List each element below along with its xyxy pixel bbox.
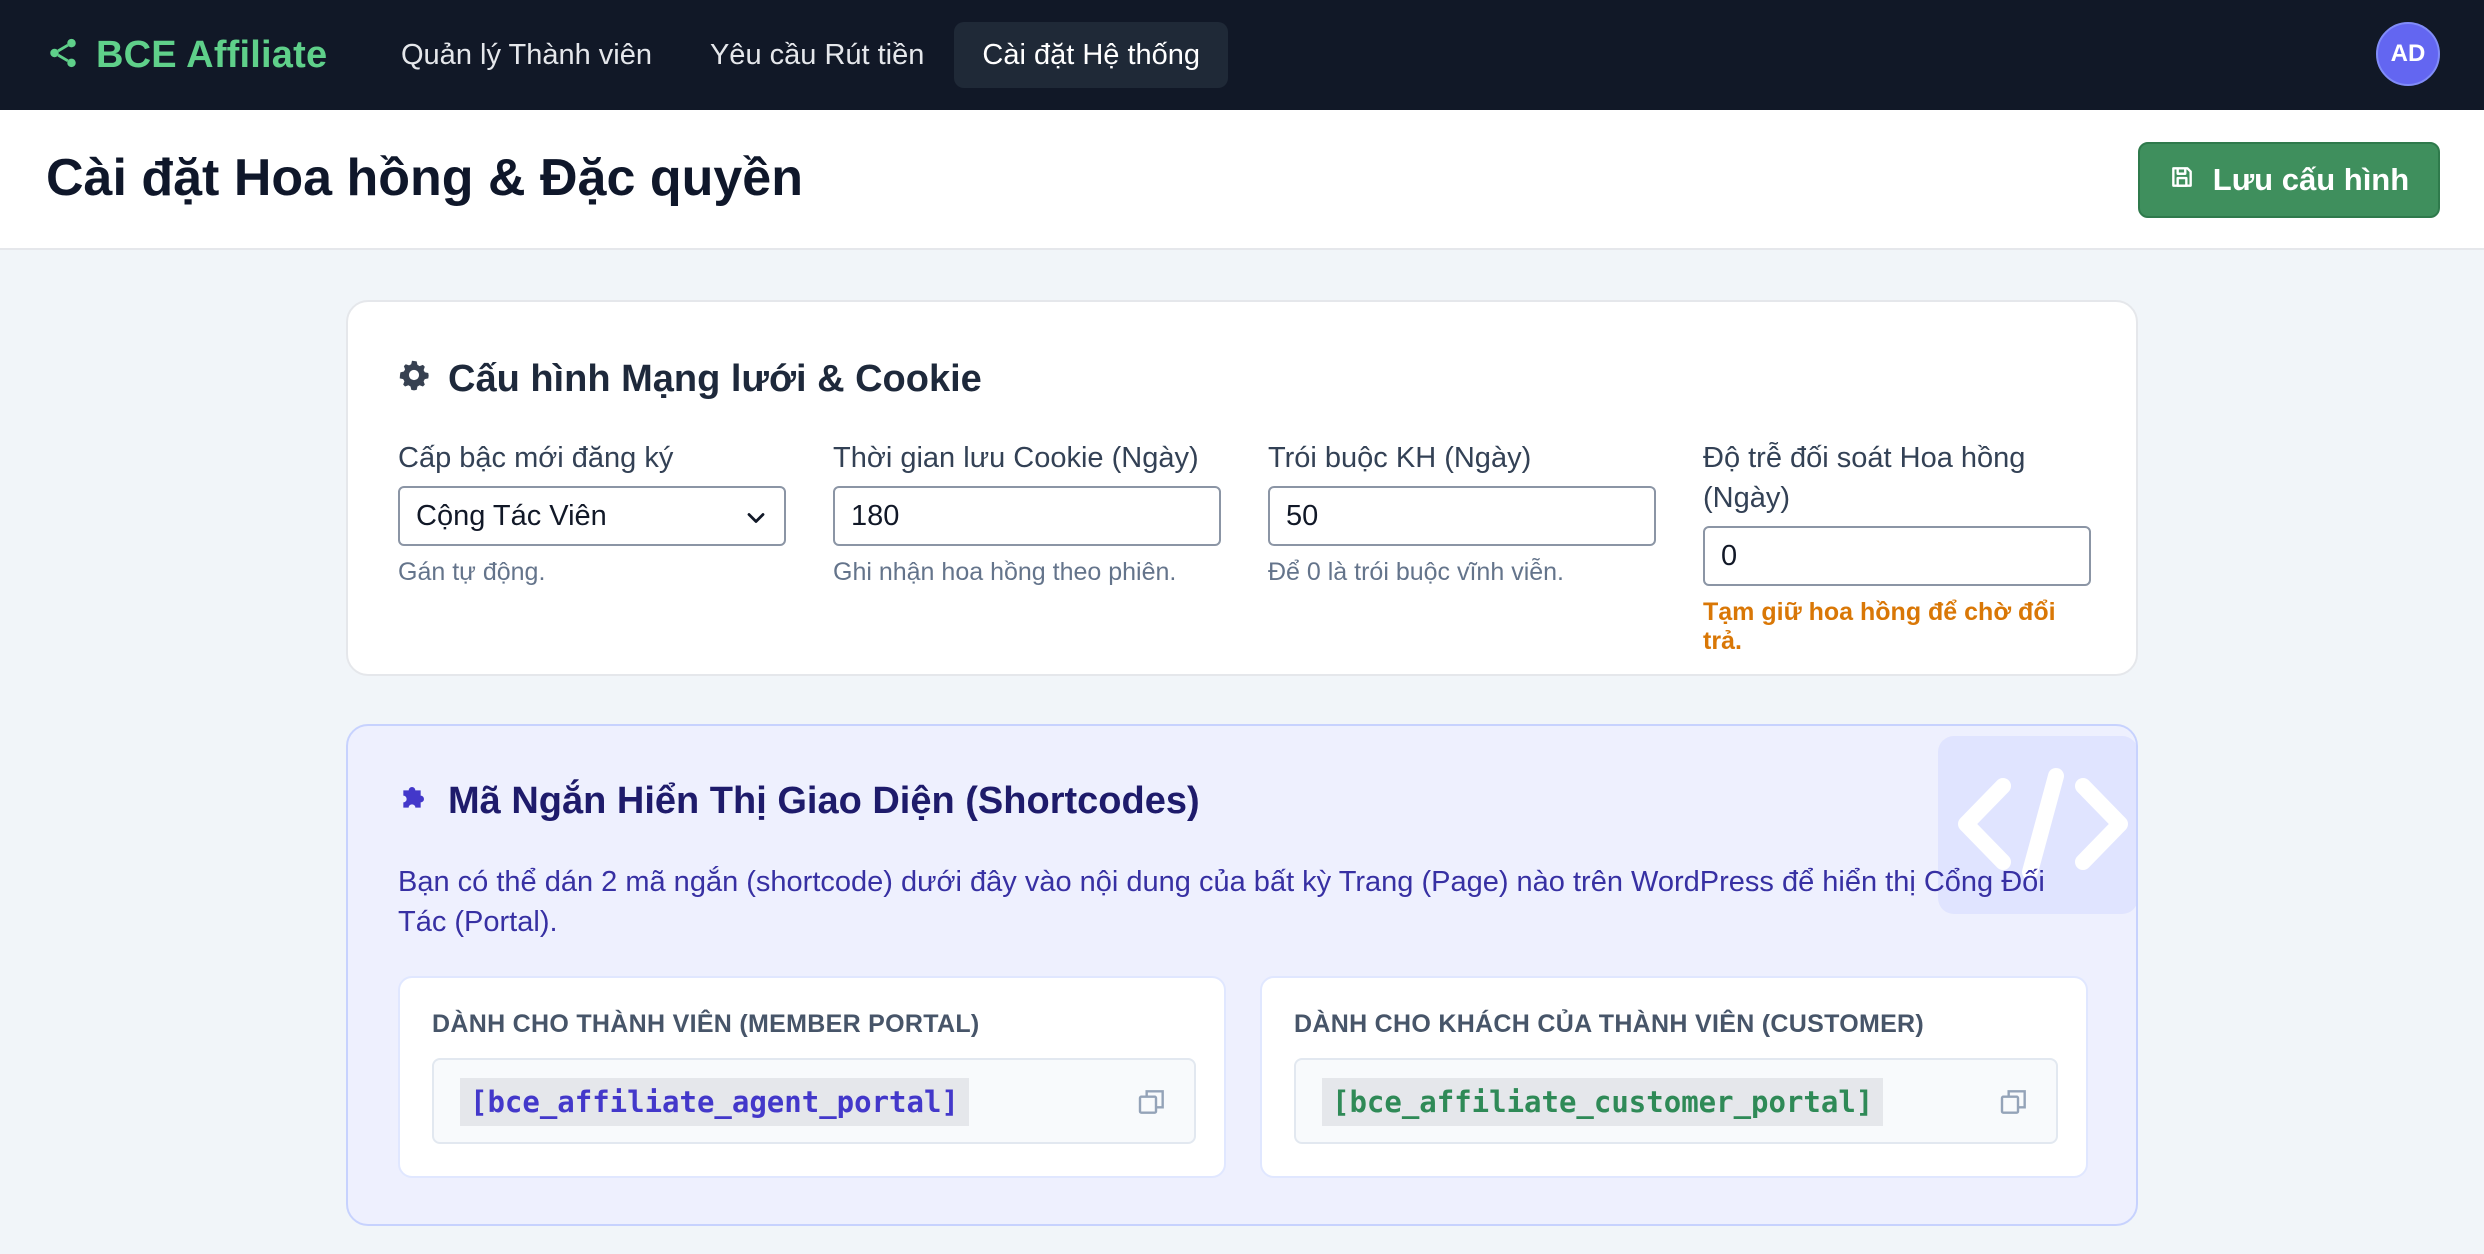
field-label: Trói buộc KH (Ngày) [1268, 442, 1532, 474]
field-cookie-duration: Thời gian lưu Cookie (Ngày) 180 Ghi nhận… [833, 438, 1221, 587]
signup-tier-select[interactable]: Cộng Tác Viên [398, 486, 786, 546]
field-hint: Để 0 là trói buộc vĩnh viễn. [1268, 558, 1564, 586]
shortcode-label: DÀNH CHO KHÁCH CỦA THÀNH VIÊN (CUSTOMER) [1294, 1010, 1925, 1038]
field-hint-warning: Tạm giữ hoa hồng để chờ đổi trả. [1703, 598, 2056, 655]
page-title: Cài đặt Hoa hồng & Đặc quyền [46, 149, 803, 207]
nav-item-settings[interactable]: Cài đặt Hệ thống [954, 22, 1229, 88]
shortcodes-card-title: Mã Ngắn Hiển Thị Giao Diện (Shortcodes) [398, 780, 1200, 823]
save-button-label: Lưu cấu hình [2212, 162, 2410, 197]
network-card-title-text: Cấu hình Mạng lưới & Cookie [448, 358, 982, 400]
customer-portal-shortcode: DÀNH CHO KHÁCH CỦA THÀNH VIÊN (CUSTOMER)… [1260, 976, 2088, 1178]
page-header: Cài đặt Hoa hồng & Đặc quyền Lưu cấu hìn… [0, 110, 2484, 250]
cookie-duration-input[interactable]: 180 [833, 486, 1221, 546]
shortcodes-card-title-text: Mã Ngắn Hiển Thị Giao Diện (Shortcodes) [448, 780, 1200, 822]
gear-icon [398, 358, 430, 401]
member-portal-shortcode: DÀNH CHO THÀNH VIÊN (MEMBER PORTAL) [bce… [398, 976, 1226, 1178]
field-hint: Ghi nhận hoa hồng theo phiên. [833, 558, 1177, 586]
brand[interactable]: BCE Affiliate [46, 0, 327, 110]
shortcode-label: DÀNH CHO THÀNH VIÊN (MEMBER PORTAL) [432, 1010, 980, 1038]
user-avatar[interactable]: AD [2376, 22, 2440, 86]
field-hint: Gán tự động. [398, 558, 546, 586]
network-card-title: Cấu hình Mạng lưới & Cookie [398, 358, 982, 401]
nav-menu: Quản lý Thành viên Yêu cầu Rút tiền Cài … [373, 22, 1230, 88]
field-customer-binding: Trói buộc KH (Ngày) 50 Để 0 là trói buộc… [1268, 438, 1656, 587]
field-label: Cấp bậc mới đăng ký [398, 442, 674, 474]
shortcode-field[interactable]: [bce_affiliate_agent_portal] [432, 1058, 1196, 1144]
save-config-button[interactable]: Lưu cấu hình [2138, 142, 2440, 218]
field-signup-tier: Cấp bậc mới đăng ký Cộng Tác Viên Gán tự… [398, 438, 786, 587]
nav-item-members[interactable]: Quản lý Thành viên [373, 22, 680, 88]
save-icon [2169, 162, 2195, 198]
commission-delay-input[interactable]: 0 [1703, 526, 2091, 586]
field-commission-delay: Độ trễ đối soát Hoa hồng (Ngày) 0 Tạm gi… [1703, 438, 2091, 656]
brand-name: BCE Affiliate [96, 33, 328, 76]
share-icon [46, 36, 80, 75]
top-navbar: BCE Affiliate Quản lý Thành viên Yêu cầu… [0, 0, 2484, 110]
field-label: Thời gian lưu Cookie (Ngày) [833, 442, 1199, 474]
puzzle-icon [398, 780, 430, 823]
network-config-card: Cấu hình Mạng lưới & Cookie Cấp bậc mới … [346, 300, 2138, 676]
shortcodes-card: Mã Ngắn Hiển Thị Giao Diện (Shortcodes) … [346, 724, 2138, 1226]
nav-item-withdrawals[interactable]: Yêu cầu Rút tiền [682, 22, 952, 88]
customer-shortcode-text[interactable]: [bce_affiliate_customer_portal] [1322, 1078, 1884, 1126]
member-shortcode-text[interactable]: [bce_affiliate_agent_portal] [460, 1078, 969, 1126]
select-value: Cộng Tác Viên [416, 499, 607, 532]
field-label: Độ trễ đối soát Hoa hồng (Ngày) [1703, 442, 2026, 514]
shortcodes-description: Bạn có thể dán 2 mã ngắn (shortcode) dướ… [398, 866, 2045, 938]
shortcode-field[interactable]: [bce_affiliate_customer_portal] [1294, 1058, 2058, 1144]
customer-binding-input[interactable]: 50 [1268, 486, 1656, 546]
